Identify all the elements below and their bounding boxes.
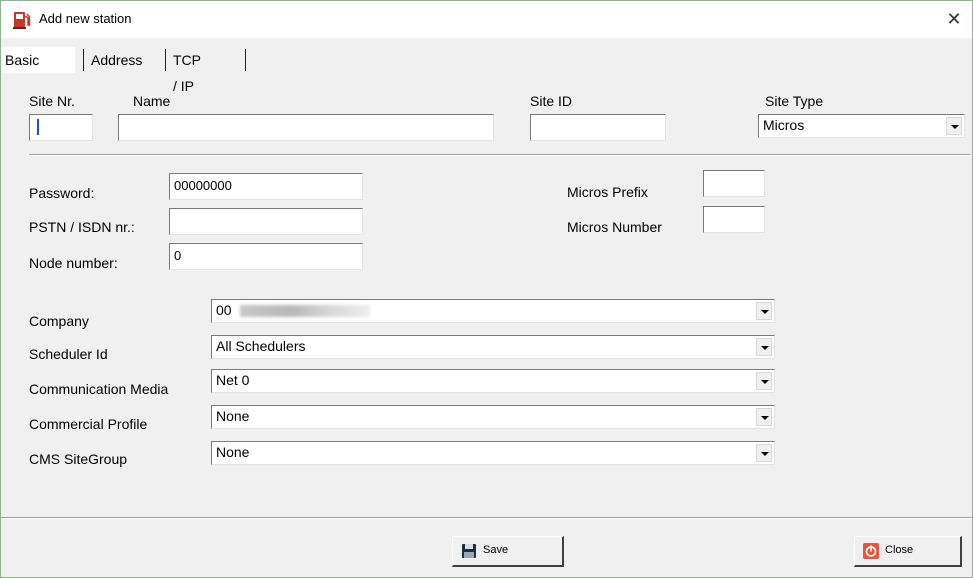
company-select[interactable]: 00: [211, 299, 775, 323]
node-number-input[interactable]: 0: [169, 243, 363, 270]
site-type-label: Site Type: [765, 93, 824, 109]
redacted-text: [239, 305, 370, 318]
micros-number-label: Micros Number: [567, 219, 662, 235]
scheduler-id-select[interactable]: All Schedulers: [211, 335, 775, 359]
company-value: 00: [216, 302, 232, 318]
chevron-down-icon[interactable]: [756, 444, 772, 462]
node-number-value: 0: [174, 248, 182, 263]
close-button[interactable]: Close: [854, 536, 962, 567]
chevron-down-icon[interactable]: [756, 372, 772, 390]
communication-media-label: Communication Media: [29, 381, 169, 397]
section-divider-highlight: [29, 155, 971, 156]
tab-divider: [83, 49, 84, 71]
fuel-pump-icon: [13, 12, 31, 29]
commercial-profile-value: None: [216, 408, 250, 424]
tab-address[interactable]: Address: [87, 47, 146, 73]
close-label: Close: [885, 544, 914, 556]
close-icon[interactable]: ✕: [944, 7, 964, 31]
password-value: 00000000: [174, 178, 232, 193]
micros-number-input[interactable]: [703, 206, 765, 233]
name-input[interactable]: [118, 114, 494, 141]
pstn-input[interactable]: [169, 208, 363, 235]
node-number-label: Node number:: [29, 255, 118, 271]
tab-basic[interactable]: Basic: [1, 47, 75, 73]
chevron-down-icon[interactable]: [756, 302, 772, 320]
window-title: Add new station: [39, 11, 132, 26]
text-caret: [37, 119, 39, 135]
floppy-disk-icon: [462, 544, 476, 558]
power-icon: [863, 543, 879, 559]
cms-sitegroup-select[interactable]: None: [211, 441, 775, 465]
name-label: Name: [133, 93, 171, 109]
tab-divider: [165, 49, 166, 71]
tab-divider: [245, 49, 246, 71]
site-id-label: Site ID: [530, 93, 573, 109]
site-id-input[interactable]: [530, 114, 666, 141]
title-bar: Add new station ✕: [1, 1, 972, 38]
micros-prefix-input[interactable]: [703, 170, 765, 197]
dialog-window: Add new station ✕ Basic Address TCP / IP…: [0, 0, 973, 578]
pstn-label: PSTN / ISDN nr.:: [29, 219, 135, 235]
scheduler-id-value: All Schedulers: [216, 338, 306, 354]
site-type-value: Micros: [763, 117, 805, 133]
password-label: Password:: [29, 185, 95, 201]
site-nr-input[interactable]: [29, 114, 93, 141]
cms-sitegroup-label: CMS SiteGroup: [29, 451, 128, 467]
chevron-down-icon[interactable]: [756, 338, 772, 356]
chevron-down-icon[interactable]: [756, 408, 772, 426]
micros-prefix-label: Micros Prefix: [567, 184, 648, 200]
save-label: Save: [483, 544, 509, 556]
communication-media-select[interactable]: Net 0: [211, 369, 775, 393]
password-input[interactable]: 00000000: [169, 173, 363, 200]
chevron-down-icon[interactable]: [946, 117, 962, 135]
company-label: Company: [29, 313, 89, 329]
commercial-profile-select[interactable]: None: [211, 405, 775, 429]
footer-divider-highlight: [1, 518, 972, 519]
cms-sitegroup-value: None: [216, 444, 250, 460]
commercial-profile-label: Commercial Profile: [29, 416, 148, 432]
tab-tcp-ip[interactable]: TCP / IP: [169, 47, 205, 94]
communication-media-value: Net 0: [216, 372, 250, 388]
site-nr-label: Site Nr.: [29, 93, 75, 109]
scheduler-id-label: Scheduler Id: [29, 346, 108, 362]
site-type-select[interactable]: Micros: [758, 114, 965, 138]
save-button[interactable]: Save: [452, 536, 564, 567]
